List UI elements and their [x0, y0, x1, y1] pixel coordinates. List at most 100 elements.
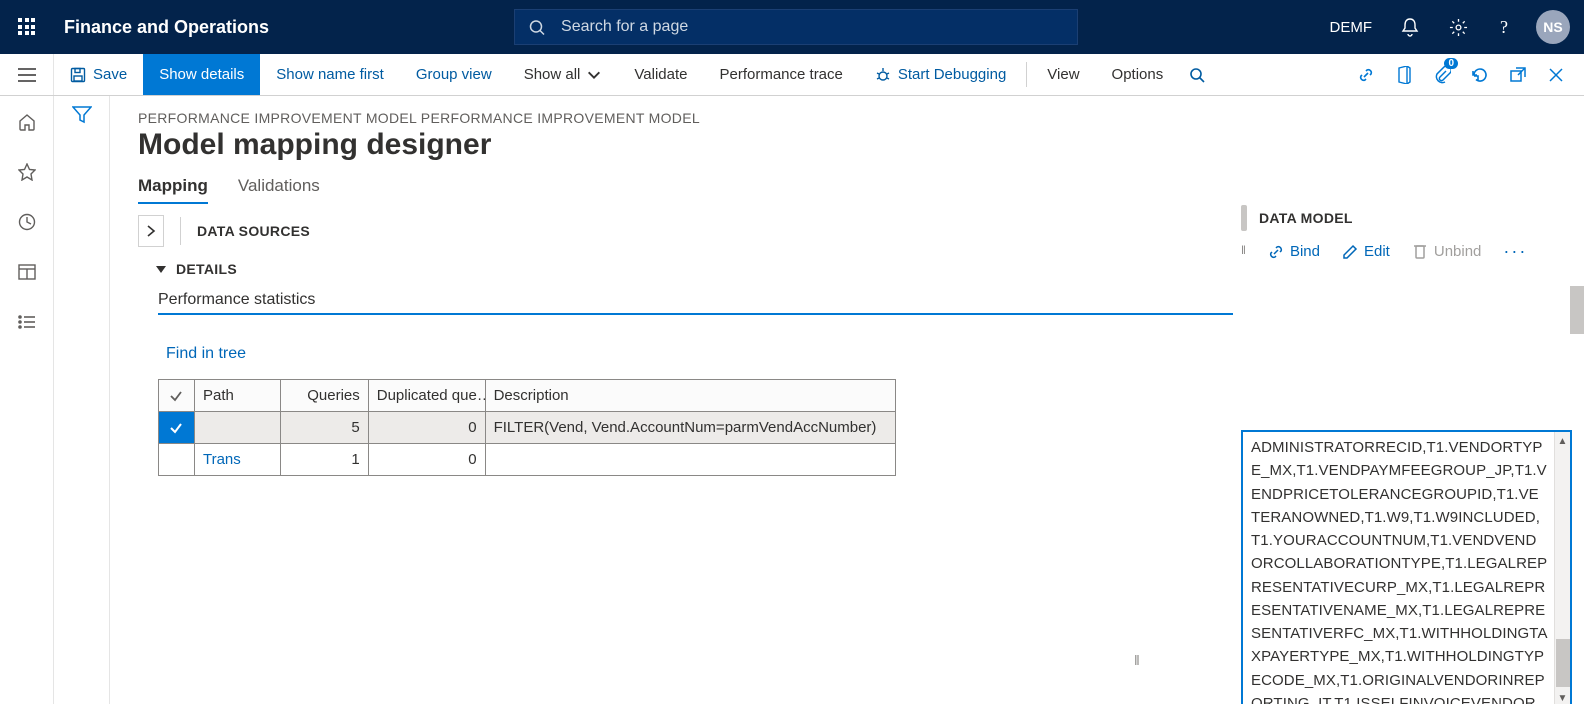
scroll-up-icon[interactable]: ▲: [1558, 432, 1568, 452]
row-checkbox[interactable]: [159, 444, 195, 476]
refresh-icon[interactable]: [1462, 54, 1498, 96]
edit-button[interactable]: Edit: [1342, 243, 1390, 260]
grip-icon[interactable]: [1241, 205, 1247, 231]
help-icon[interactable]: ?: [1482, 0, 1530, 54]
cell-description: [486, 444, 896, 476]
sql-text[interactable]: ADMINISTRATORRECID,T1.VENDORTYPE_MX,T1.V…: [1243, 432, 1554, 704]
search-input[interactable]: [561, 18, 1077, 36]
workspaces-icon[interactable]: [6, 256, 48, 288]
subtab-performance-statistics[interactable]: Performance statistics: [158, 291, 1233, 315]
cell-path: Trans: [195, 444, 281, 476]
col-path[interactable]: Path: [195, 380, 281, 412]
modules-icon[interactable]: [6, 306, 48, 338]
action-bar: Save Show details Show name first Group …: [54, 54, 1584, 95]
data-model-title: DATA MODEL: [1259, 210, 1353, 226]
page-scroll-thumb[interactable]: [1570, 286, 1584, 334]
show-name-first-button[interactable]: Show name first: [260, 54, 400, 95]
show-all-dropdown[interactable]: Show all: [508, 54, 619, 95]
cell-queries: 5: [281, 412, 369, 444]
favorites-icon[interactable]: [6, 156, 48, 188]
home-icon[interactable]: [6, 106, 48, 138]
company-code[interactable]: DEMF: [1316, 19, 1387, 36]
header-right: DEMF ? NS: [1316, 0, 1584, 54]
group-view-button[interactable]: Group view: [400, 54, 508, 95]
breadcrumb: PERFORMANCE IMPROVEMENT MODEL PERFORMANC…: [138, 110, 1572, 126]
details-label: DETAILS: [176, 261, 237, 277]
unbind-label: Unbind: [1434, 243, 1482, 260]
table-row[interactable]: Trans 1 0: [159, 444, 896, 476]
office-icon[interactable]: [1386, 54, 1422, 96]
attachments-badge: 0: [1444, 58, 1458, 69]
validate-button[interactable]: Validate: [618, 54, 703, 95]
chevron-down-icon: [586, 67, 602, 83]
svg-text:?: ?: [1500, 17, 1508, 37]
cell-description: FILTER(Vend, Vend.AccountNum=parmVendAcc…: [486, 412, 896, 444]
top-bar: Finance and Operations DEMF ? NS: [0, 0, 1584, 54]
row-checkbox[interactable]: [159, 412, 195, 444]
action-bar-right: 0: [1348, 54, 1584, 95]
link-icon[interactable]: [1348, 54, 1384, 96]
options-menu[interactable]: Options: [1096, 54, 1180, 95]
bind-label: Bind: [1290, 243, 1320, 260]
expand-datasources-icon[interactable]: [138, 215, 164, 247]
content-area: PERFORMANCE IMPROVEMENT MODEL PERFORMANC…: [110, 96, 1584, 704]
col-description[interactable]: Description: [486, 380, 896, 412]
page-title: Model mapping designer: [138, 128, 1572, 162]
performance-grid: Path Queries Duplicated que… Description…: [158, 379, 896, 476]
separator: [180, 217, 181, 245]
tab-mapping[interactable]: Mapping: [138, 176, 208, 204]
user-avatar[interactable]: NS: [1536, 10, 1570, 44]
path-link[interactable]: Trans: [203, 451, 241, 468]
cell-queries: 1: [281, 444, 369, 476]
action-row: Save Show details Show name first Group …: [0, 54, 1584, 96]
bind-button[interactable]: Bind: [1268, 243, 1320, 260]
grip-icon[interactable]: ‖: [1241, 243, 1246, 257]
view-menu[interactable]: View: [1031, 54, 1095, 95]
data-model-actions: Bind Edit Unbind ···: [1268, 241, 1527, 262]
search-icon: [529, 19, 545, 36]
cell-path: [195, 412, 281, 444]
save-button[interactable]: Save: [54, 54, 143, 95]
start-debugging-button[interactable]: Start Debugging: [859, 54, 1022, 95]
nav-toggle-icon[interactable]: [0, 54, 54, 95]
filter-icon[interactable]: [72, 106, 92, 704]
popout-icon[interactable]: [1500, 54, 1536, 96]
right-pane: DATA MODEL ‖ Bind Edit: [1233, 211, 1572, 704]
scroll-thumb[interactable]: [1556, 639, 1570, 687]
app-launcher-icon[interactable]: [0, 0, 54, 54]
filter-column: [54, 96, 110, 704]
table-row[interactable]: 5 0 FILTER(Vend, Vend.AccountNum=parmVen…: [159, 412, 896, 444]
chevron-down-icon[interactable]: [156, 266, 166, 273]
main-layout: PERFORMANCE IMPROVEMENT MODEL PERFORMANC…: [0, 96, 1584, 704]
data-sources-title: DATA SOURCES: [197, 223, 310, 239]
scroll-down-icon[interactable]: ▼: [1558, 689, 1568, 704]
resize-handle-icon[interactable]: ‖: [1134, 652, 1140, 668]
tab-validations[interactable]: Validations: [238, 176, 320, 204]
grid-header: Path Queries Duplicated que… Description: [159, 380, 896, 412]
scrollbar[interactable]: ▲ ▼: [1554, 432, 1570, 704]
global-search[interactable]: [514, 9, 1078, 45]
action-search-icon[interactable]: [1179, 54, 1215, 95]
notifications-icon[interactable]: [1386, 0, 1434, 54]
performance-trace-button[interactable]: Performance trace: [703, 54, 858, 95]
col-queries[interactable]: Queries: [281, 380, 369, 412]
attachments-icon[interactable]: 0: [1424, 54, 1460, 96]
find-in-tree-link[interactable]: Find in tree: [166, 345, 246, 362]
settings-icon[interactable]: [1434, 0, 1482, 54]
show-details-button[interactable]: Show details: [143, 54, 260, 95]
save-label: Save: [93, 66, 127, 83]
more-icon[interactable]: ···: [1503, 241, 1527, 262]
col-duplicated[interactable]: Duplicated que…: [369, 380, 486, 412]
left-rail: [0, 96, 54, 704]
cell-duplicated: 0: [369, 444, 486, 476]
separator: [1026, 62, 1027, 87]
show-all-label: Show all: [524, 66, 581, 83]
app-title: Finance and Operations: [64, 17, 269, 38]
recent-icon[interactable]: [6, 206, 48, 238]
close-icon[interactable]: [1538, 54, 1574, 96]
left-pane: DATA SOURCES DETAILS Performance statist…: [138, 211, 1233, 704]
edit-label: Edit: [1364, 243, 1390, 260]
sql-preview: ADMINISTRATORRECID,T1.VENDORTYPE_MX,T1.V…: [1241, 430, 1572, 704]
cell-duplicated: 0: [369, 412, 486, 444]
select-all-checkbox[interactable]: [159, 380, 195, 412]
